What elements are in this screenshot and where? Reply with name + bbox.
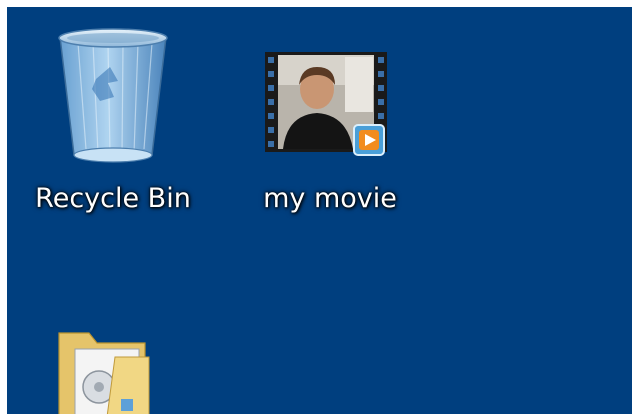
folder-icon — [58, 332, 150, 414]
desktop-icon-folder[interactable] — [55, 327, 205, 414]
desktop-icon-recycle-bin[interactable]: Recycle Bin — [35, 17, 191, 222]
video-file-icon — [265, 52, 387, 156]
recycle-bin-icon — [58, 28, 168, 163]
recycle-bin-label: Recycle Bin — [35, 183, 191, 214]
desktop-icon-my-movie[interactable]: my movie — [255, 17, 405, 222]
my-movie-label: my movie — [263, 183, 397, 214]
desktop[interactable]: Recycle Bin my movie — [7, 7, 632, 414]
